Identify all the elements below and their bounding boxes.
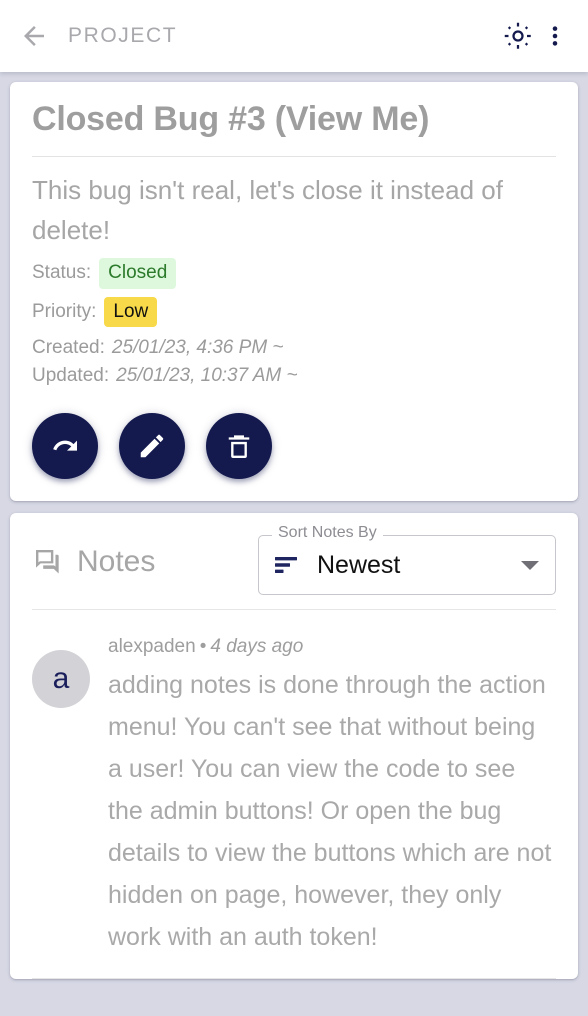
notes-title-group: Notes: [32, 545, 155, 579]
avatar: a: [32, 650, 90, 709]
bug-description: This bug isn't real, let's close it inst…: [32, 175, 503, 245]
page-title: PROJECT: [68, 24, 178, 47]
redo-arrow-icon: [53, 441, 77, 452]
bug-action-buttons: [32, 413, 556, 480]
pencil-edit-icon: [140, 435, 164, 458]
created-label: Created:: [32, 337, 105, 359]
app-bar: PROJECT: [0, 0, 588, 72]
updated-value: 25/01/23, 10:37 AM ~: [116, 365, 298, 387]
priority-label: Priority:: [32, 301, 97, 323]
created-row: Created: 25/01/23, 4:36 PM ~: [32, 337, 556, 359]
priority-row: Priority: Low: [32, 296, 556, 328]
created-value: 25/01/23, 4:36 PM ~: [111, 337, 284, 359]
note-author: alexpaden: [108, 636, 196, 658]
page-content: Closed Bug #3 (View Me) This bug isn't r…: [0, 72, 588, 980]
note-timestamp: 4 days ago: [210, 636, 304, 658]
arrow-back-icon: [24, 26, 44, 46]
back-button[interactable]: [14, 16, 54, 56]
notes-card: Notes Sort Notes By Newest a alexpaden •…: [10, 513, 578, 980]
brightness-toggle-button[interactable]: [496, 14, 540, 58]
more-vert-icon: [552, 26, 558, 46]
status-badge: Closed: [99, 258, 177, 289]
sort-notes-field: Sort Notes By Newest: [258, 525, 556, 596]
note-meta: alexpaden • 4 days ago: [108, 636, 556, 658]
notes-header: Notes Sort Notes By Newest: [32, 525, 556, 603]
note-meta-separator: •: [199, 636, 207, 658]
edit-button[interactable]: [119, 413, 185, 480]
note-separator: [32, 978, 556, 980]
title-divider: [32, 156, 556, 158]
updated-label: Updated:: [32, 365, 110, 387]
brightness-sun-icon: [504, 22, 531, 49]
sort-notes-legend: Sort Notes By: [272, 525, 383, 542]
sort-descending-icon: [275, 557, 297, 574]
note-body: alexpaden • 4 days ago adding notes is don…: [108, 636, 556, 958]
status-label: Status:: [32, 262, 92, 284]
bug-detail-card: Closed Bug #3 (View Me) This bug isn't r…: [10, 82, 578, 502]
sort-notes-select[interactable]: Newest: [258, 535, 556, 596]
forum-chat-icon: [36, 550, 59, 574]
notes-heading: Notes: [77, 545, 156, 579]
sort-notes-value: Newest: [317, 550, 401, 579]
chevron-down-icon: [521, 560, 539, 570]
note-text: adding notes is done through the action …: [108, 671, 552, 952]
bug-title: Closed Bug #3 (View Me): [32, 100, 430, 138]
reopen-button[interactable]: [32, 413, 98, 480]
status-row: Status: Closed: [32, 258, 556, 289]
updated-row: Updated: 25/01/23, 10:37 AM ~: [32, 365, 556, 387]
note-item: a alexpaden • 4 days ago adding notes is d…: [32, 610, 556, 978]
priority-badge: Low: [104, 296, 158, 328]
overflow-menu-button[interactable]: [540, 14, 570, 58]
trash-delete-icon: [228, 435, 250, 459]
delete-button[interactable]: [206, 413, 272, 480]
